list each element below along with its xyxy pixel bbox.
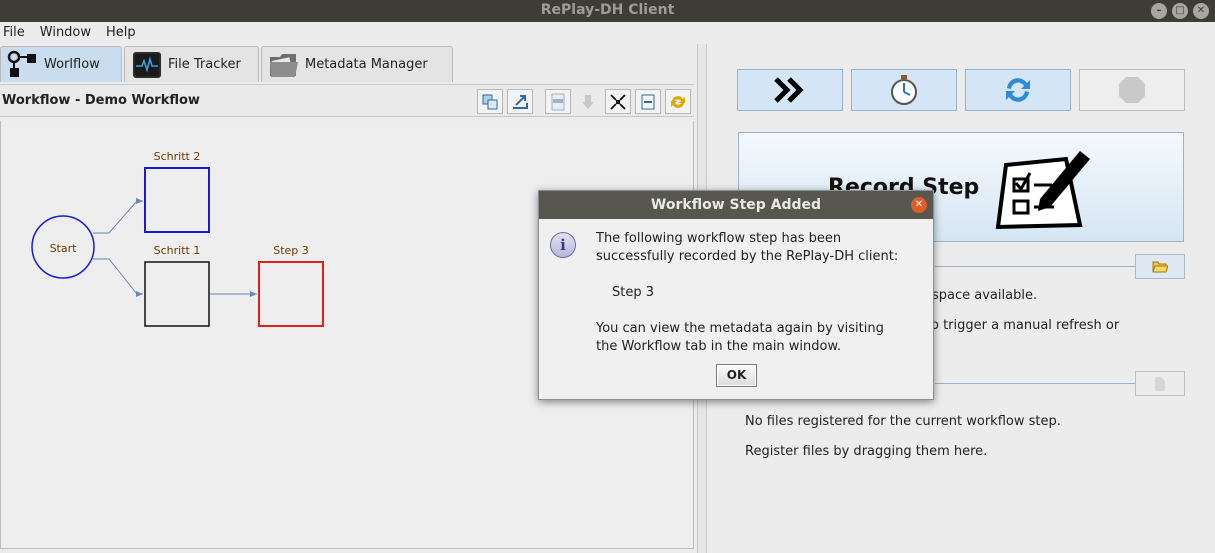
workspace-separator — [935, 266, 1135, 267]
pdf-button[interactable] — [545, 89, 571, 114]
stopwatch-icon — [891, 75, 917, 105]
workflow-node-start[interactable]: Start — [31, 215, 95, 279]
export-icon — [513, 94, 528, 109]
dialog-step-name: Step 3 — [612, 285, 655, 300]
stop-octagon-icon — [1119, 77, 1145, 103]
node-label-schritt-2: Schritt 2 — [154, 150, 201, 163]
layout-button[interactable] — [477, 89, 503, 114]
refresh-hint-text: o trigger a manual refresh or — [931, 318, 1120, 333]
ok-button[interactable]: OK — [716, 364, 757, 387]
layout-icon — [482, 94, 498, 109]
window-titlebar: RePlay-DH Client – □ ✕ — [0, 0, 1215, 22]
move-down-button[interactable] — [575, 89, 601, 114]
checklist-pen-icon — [995, 151, 1090, 230]
arrow-down-icon — [582, 94, 594, 109]
maximize-icon[interactable]: □ — [1172, 3, 1188, 19]
info-icon: i — [550, 232, 576, 258]
menu-window[interactable]: Window — [37, 22, 95, 44]
workflow-step-added-dialog: Workflow Step Added ✕ i The following wo… — [538, 190, 934, 400]
double-chevron-right-icon — [774, 77, 804, 103]
fit-button[interactable] — [605, 89, 631, 114]
menu-file[interactable]: File — [0, 22, 29, 44]
workflow-node-schritt-2[interactable]: Schritt 2 — [144, 150, 210, 233]
tab-workflow[interactable]: Worlflow — [0, 46, 122, 82]
refresh-graph-button[interactable] — [665, 89, 691, 114]
minus-box-icon — [641, 94, 655, 109]
node-label-step-3: Step 3 — [273, 244, 309, 257]
refresh-icon — [671, 95, 685, 108]
dialog-message-line-2: successfully recorded by the RePlay-DH c… — [596, 249, 899, 264]
no-files-text: No files registered for the current work… — [745, 414, 1061, 429]
menu-bar: File Window Help — [0, 22, 1215, 44]
tab-file-tracker-label: File Tracker — [168, 57, 241, 72]
add-files-button[interactable] — [1135, 371, 1185, 396]
workflow-toolbar — [477, 89, 691, 114]
menu-help[interactable]: Help — [103, 22, 140, 44]
node-label-schritt-1: Schritt 1 — [154, 244, 201, 257]
fit-to-screen-icon — [610, 93, 626, 110]
dialog-close-icon[interactable]: ✕ — [911, 197, 927, 213]
register-files-text: Register files by dragging them here. — [745, 444, 988, 459]
stop-button[interactable] — [1079, 69, 1185, 111]
forward-button[interactable] — [737, 69, 843, 111]
tab-metadata-manager-label: Metadata Manager — [305, 57, 428, 72]
file-icon — [1155, 376, 1165, 391]
minimize-icon[interactable]: – — [1151, 3, 1167, 19]
window-title: RePlay-DH Client — [540, 2, 675, 18]
workflow-icon — [7, 49, 39, 81]
tab-metadata-manager[interactable]: Metadata Manager — [261, 46, 453, 82]
tab-bar: Worlflow File Tracker Metadata Manager — [0, 46, 455, 84]
workflow-title: Workflow - Demo Workflow — [2, 93, 200, 108]
close-icon[interactable]: ✕ — [1193, 3, 1209, 19]
monitor-icon — [131, 49, 163, 81]
sync-button[interactable] — [965, 69, 1071, 111]
collapse-button[interactable] — [635, 89, 661, 114]
sync-icon — [1006, 78, 1030, 102]
dialog-message-line-4: the Workflow tab in the main window. — [596, 339, 842, 354]
workflow-header: Workflow - Demo Workflow — [0, 84, 694, 117]
node-label-start: Start — [50, 242, 78, 255]
open-workspace-button[interactable] — [1135, 254, 1185, 279]
folder-icon — [268, 49, 300, 81]
timer-button[interactable] — [851, 69, 957, 111]
export-button[interactable] — [507, 89, 533, 114]
tab-file-tracker[interactable]: File Tracker — [124, 46, 259, 82]
folder-open-icon — [1152, 261, 1168, 272]
dialog-message-line-3: You can view the metadata again by visit… — [596, 321, 884, 336]
tab-workflow-label: Worlflow — [44, 57, 100, 72]
workflow-node-step-3[interactable]: Step 3 — [258, 244, 324, 327]
workspace-status-text: space available. — [932, 288, 1038, 303]
dialog-title: Workflow Step Added — [650, 197, 822, 213]
dialog-message-line-1: The following workflow step has been — [596, 231, 842, 246]
dialog-titlebar: Workflow Step Added ✕ — [539, 191, 933, 219]
workflow-node-schritt-1[interactable]: Schritt 1 — [144, 244, 210, 327]
files-separator — [935, 383, 1135, 384]
document-icon — [551, 93, 565, 110]
